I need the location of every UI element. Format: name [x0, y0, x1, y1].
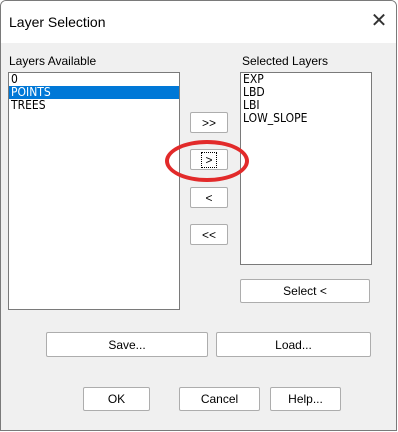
list-item[interactable]: LBD [241, 86, 371, 99]
remove-all-label: << [201, 227, 216, 242]
add-all-label: >> [201, 115, 216, 130]
close-icon[interactable]: ✕ [368, 9, 390, 31]
layers-available-list[interactable]: 0 POINTS TREES [8, 72, 180, 310]
ok-label: OK [107, 392, 126, 406]
help-label: Help... [288, 392, 323, 406]
remove-label: < [205, 190, 213, 205]
cancel-label: Cancel [200, 392, 239, 406]
list-item[interactable]: LOW_SLOPE [241, 112, 371, 125]
save-button[interactable]: Save... [46, 332, 208, 357]
add-all-button[interactable]: >> [190, 112, 228, 133]
title-bar[interactable]: Layer Selection ✕ [1, 1, 396, 43]
remove-button[interactable]: < [190, 187, 228, 208]
select-button[interactable]: Select < [240, 279, 370, 303]
cancel-button[interactable]: Cancel [179, 387, 260, 411]
window-title: Layer Selection [9, 14, 106, 30]
save-label: Save... [108, 337, 146, 352]
annotation-circle [165, 140, 249, 182]
select-label: Select < [283, 284, 327, 298]
load-button[interactable]: Load... [216, 332, 371, 357]
remove-all-button[interactable]: << [190, 224, 228, 245]
load-label: Load... [275, 337, 312, 352]
list-item[interactable]: TREES [9, 99, 179, 112]
selected-layers-list[interactable]: EXP LBD LBI LOW_SLOPE [240, 72, 372, 265]
layer-selection-dialog: Layer Selection ✕ Layers Available Selec… [0, 0, 397, 431]
selected-layers-label: Selected Layers [242, 54, 329, 68]
layers-available-label: Layers Available [9, 54, 97, 68]
help-button[interactable]: Help... [270, 387, 341, 411]
ok-button[interactable]: OK [83, 387, 150, 411]
